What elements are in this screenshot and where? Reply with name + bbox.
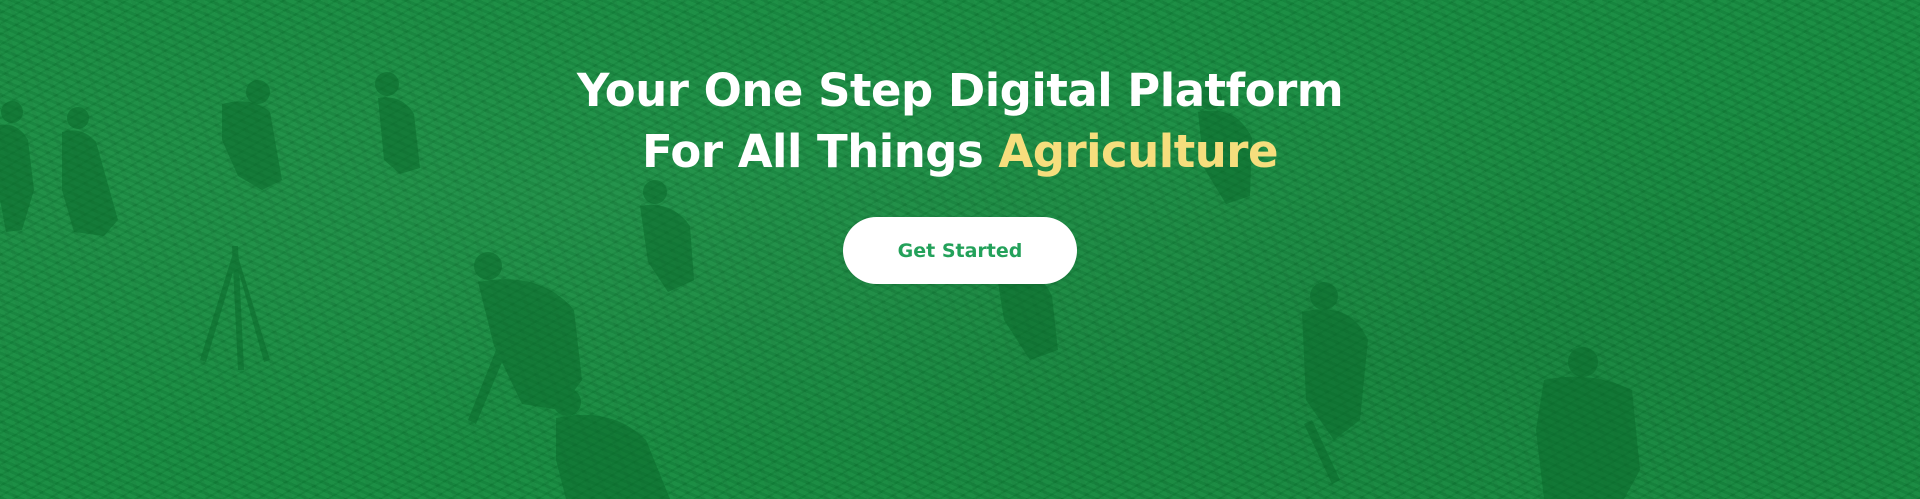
headline-line-2: For All Things Agriculture — [0, 121, 1920, 182]
hero-banner: Your One Step Digital Platform For All T… — [0, 0, 1920, 499]
headline-line-1: Your One Step Digital Platform — [576, 64, 1344, 117]
hero-headline: Your One Step Digital Platform For All T… — [0, 60, 1920, 182]
hero-content: Your One Step Digital Platform For All T… — [0, 0, 1920, 499]
headline-line-2-prefix: For All Things — [642, 125, 999, 178]
headline-highlight: Agriculture — [998, 125, 1278, 178]
get-started-button[interactable]: Get Started — [843, 217, 1077, 284]
